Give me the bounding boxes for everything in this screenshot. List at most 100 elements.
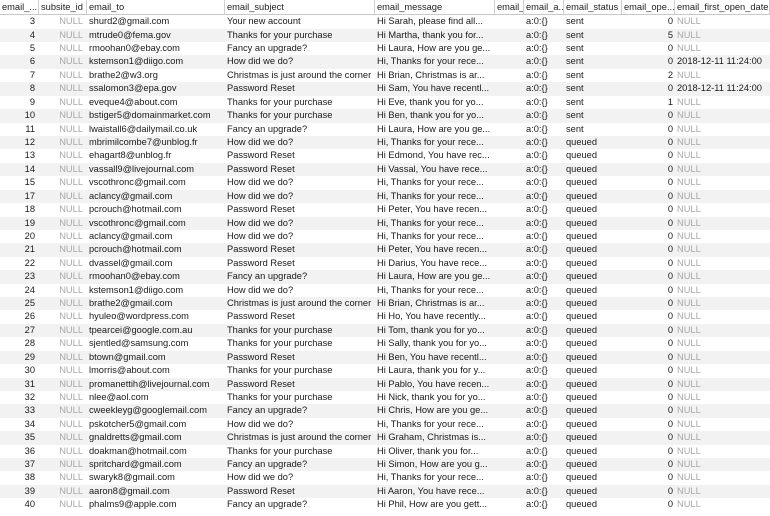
column-header[interactable]: email_a... bbox=[524, 0, 564, 14]
cell-email-status[interactable]: queued bbox=[564, 378, 622, 391]
cell-email-opens[interactable]: 1 bbox=[622, 96, 675, 109]
table-row[interactable]: 33 NULL cweekleyg@googlemail.com Fancy an u… bbox=[0, 404, 770, 418]
cell-email-subject[interactable]: How did we do? bbox=[225, 176, 375, 189]
cell-subsite-id[interactable]: NULL bbox=[39, 310, 87, 323]
cell-subsite-id[interactable]: NULL bbox=[39, 404, 87, 417]
cell-email-subject[interactable]: Password Reset bbox=[225, 351, 375, 364]
cell-email-message[interactable]: Hi Simon, How are you g... bbox=[375, 458, 495, 471]
cell-email-col6[interactable] bbox=[495, 310, 524, 323]
results-grid[interactable]: email_... subsite_id email_to email_subject… bbox=[0, 0, 770, 516]
cell-email-opens[interactable]: 0 bbox=[622, 203, 675, 216]
cell-email-opens[interactable]: 0 bbox=[622, 337, 675, 350]
cell-email-subject[interactable]: Password Reset bbox=[225, 257, 375, 270]
cell-email-attachments[interactable]: a:0:{} bbox=[524, 324, 564, 337]
cell-email-subject[interactable]: Thanks for your purchase bbox=[225, 109, 375, 122]
cell-email-subject[interactable]: How did we do? bbox=[225, 230, 375, 243]
cell-email-subject[interactable]: How did we do? bbox=[225, 55, 375, 68]
cell-email-status[interactable]: queued bbox=[564, 337, 622, 350]
cell-email-to[interactable]: btown@gmail.com bbox=[87, 351, 225, 364]
cell-email-attachments[interactable]: a:0:{} bbox=[524, 431, 564, 444]
cell-subsite-id[interactable]: NULL bbox=[39, 203, 87, 216]
cell-email-opens[interactable]: 0 bbox=[622, 136, 675, 149]
cell-email-col6[interactable] bbox=[495, 391, 524, 404]
cell-email-to[interactable]: nlee@aol.com bbox=[87, 391, 225, 404]
cell-email-opens[interactable]: 0 bbox=[622, 310, 675, 323]
table-row[interactable]: 13 NULL ehagart8@unblog.fr Password Reset Hi… bbox=[0, 149, 770, 162]
cell-email-first-open-date[interactable]: NULL bbox=[675, 257, 770, 270]
cell-email-message[interactable]: Hi Pablo, You have recen... bbox=[375, 378, 495, 391]
cell-subsite-id[interactable]: NULL bbox=[39, 96, 87, 109]
cell-email-message[interactable]: Hi Ben, thank you for yo... bbox=[375, 109, 495, 122]
cell-email-id[interactable]: 14 bbox=[0, 163, 39, 176]
cell-email-col6[interactable] bbox=[495, 458, 524, 471]
cell-email-to[interactable]: dvassel@gmail.com bbox=[87, 257, 225, 270]
cell-email-to[interactable]: kstemson1@diigo.com bbox=[87, 55, 225, 68]
cell-subsite-id[interactable]: NULL bbox=[39, 136, 87, 149]
cell-email-to[interactable]: vscothronc@gmail.com bbox=[87, 217, 225, 230]
table-row[interactable]: 39 NULL aaron8@gmail.com Password Reset Hi A… bbox=[0, 484, 770, 499]
cell-email-subject[interactable]: Fancy an upgrade? bbox=[225, 498, 375, 511]
cell-email-status[interactable]: queued bbox=[564, 485, 622, 498]
cell-email-status[interactable]: queued bbox=[564, 217, 622, 230]
cell-email-attachments[interactable]: a:0:{} bbox=[524, 458, 564, 471]
cell-email-first-open-date[interactable]: NULL bbox=[675, 123, 770, 136]
cell-email-message[interactable]: Hi, Thanks for your rece... bbox=[375, 55, 495, 68]
cell-email-first-open-date[interactable]: NULL bbox=[675, 378, 770, 391]
cell-email-message[interactable]: Hi Ho, You have recently... bbox=[375, 310, 495, 323]
cell-subsite-id[interactable]: NULL bbox=[39, 230, 87, 243]
cell-subsite-id[interactable]: NULL bbox=[39, 485, 87, 498]
cell-email-col6[interactable] bbox=[495, 203, 524, 216]
table-row[interactable]: 10 NULL bstiger5@domainmarket.com Thanks fo… bbox=[0, 109, 770, 123]
cell-email-id[interactable]: 15 bbox=[0, 176, 39, 189]
cell-email-col6[interactable] bbox=[495, 176, 524, 189]
cell-email-first-open-date[interactable]: NULL bbox=[675, 458, 770, 471]
cell-email-attachments[interactable]: a:0:{} bbox=[524, 96, 564, 109]
cell-email-col6[interactable] bbox=[495, 243, 524, 256]
column-header[interactable]: email_... bbox=[495, 0, 524, 14]
column-header[interactable]: email_message bbox=[375, 0, 495, 14]
cell-email-status[interactable]: queued bbox=[564, 149, 622, 162]
cell-email-attachments[interactable]: a:0:{} bbox=[524, 257, 564, 270]
table-row[interactable]: 25 NULL brathe2@gmail.com Christmas is just… bbox=[0, 297, 770, 311]
cell-email-attachments[interactable]: a:0:{} bbox=[524, 203, 564, 216]
cell-email-id[interactable]: 27 bbox=[0, 324, 39, 337]
cell-email-opens[interactable]: 0 bbox=[622, 230, 675, 243]
cell-email-attachments[interactable]: a:0:{} bbox=[524, 149, 564, 162]
cell-email-first-open-date[interactable]: 2018-12-11 11:24:00 bbox=[675, 82, 770, 95]
cell-email-id[interactable]: 3 bbox=[0, 15, 39, 28]
cell-email-opens[interactable]: 0 bbox=[622, 378, 675, 391]
cell-email-to[interactable]: aclancy@gmail.com bbox=[87, 190, 225, 203]
cell-subsite-id[interactable]: NULL bbox=[39, 364, 87, 377]
cell-email-id[interactable]: 23 bbox=[0, 270, 39, 283]
cell-email-id[interactable]: 40 bbox=[0, 498, 39, 511]
table-row[interactable]: 23 NULL rmoohan0@ebay.com Fancy an upgrade?… bbox=[0, 270, 770, 284]
cell-email-to[interactable]: shurd2@gmail.com bbox=[87, 15, 225, 28]
cell-email-status[interactable]: sent bbox=[564, 96, 622, 109]
cell-subsite-id[interactable]: NULL bbox=[39, 351, 87, 364]
cell-email-id[interactable]: 8 bbox=[0, 82, 39, 95]
table-row[interactable]: 21 NULL pcrouch@hotmail.com Password Reset H… bbox=[0, 243, 770, 257]
cell-email-status[interactable]: sent bbox=[564, 55, 622, 68]
cell-email-message[interactable]: Hi Edmond, You have rec... bbox=[375, 149, 495, 162]
cell-subsite-id[interactable]: NULL bbox=[39, 15, 87, 28]
column-header[interactable]: email_first_open_date bbox=[675, 0, 770, 14]
table-row[interactable]: 8 NULL ssalomon3@epa.gov Password Reset Hi S… bbox=[0, 82, 770, 96]
cell-email-status[interactable]: queued bbox=[564, 203, 622, 216]
cell-email-id[interactable]: 31 bbox=[0, 378, 39, 391]
cell-email-attachments[interactable]: a:0:{} bbox=[524, 29, 564, 42]
cell-subsite-id[interactable]: NULL bbox=[39, 324, 87, 337]
cell-email-opens[interactable]: 0 bbox=[622, 418, 675, 431]
cell-subsite-id[interactable]: NULL bbox=[39, 243, 87, 256]
cell-email-col6[interactable] bbox=[495, 69, 524, 82]
cell-email-opens[interactable]: 0 bbox=[622, 458, 675, 471]
cell-email-status[interactable]: queued bbox=[564, 270, 622, 283]
cell-email-subject[interactable]: Fancy an upgrade? bbox=[225, 404, 375, 417]
cell-email-opens[interactable]: 0 bbox=[622, 82, 675, 95]
cell-subsite-id[interactable]: NULL bbox=[39, 69, 87, 82]
cell-email-subject[interactable]: Christmas is just around the corner bbox=[225, 297, 375, 310]
cell-email-col6[interactable] bbox=[495, 163, 524, 176]
cell-subsite-id[interactable]: NULL bbox=[39, 217, 87, 230]
cell-subsite-id[interactable]: NULL bbox=[39, 270, 87, 283]
cell-email-status[interactable]: queued bbox=[564, 190, 622, 203]
cell-email-status[interactable]: queued bbox=[564, 230, 622, 243]
